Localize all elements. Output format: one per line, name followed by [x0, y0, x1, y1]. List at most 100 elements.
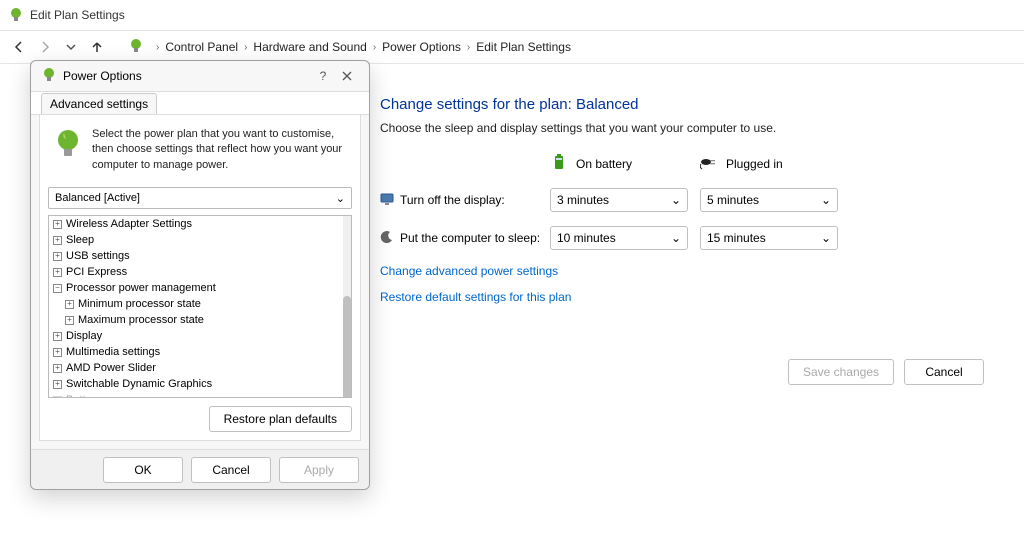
breadcrumb[interactable]: › Control Panel › Hardware and Sound › P… [128, 38, 1018, 56]
column-headers: On battery Plugged in [380, 153, 984, 174]
select-value: 15 minutes [707, 231, 766, 245]
apply-button[interactable]: Apply [279, 457, 359, 483]
change-advanced-link[interactable]: Change advanced power settings [380, 264, 984, 278]
restore-defaults-link[interactable]: Restore default settings for this plan [380, 290, 984, 304]
sleep-row: Put the computer to sleep: 10 minutes ⌄ … [380, 226, 984, 250]
row-label: Put the computer to sleep: [400, 231, 540, 245]
expand-icon[interactable]: + [53, 332, 62, 341]
page-footer-buttons: Save changes Cancel [788, 359, 984, 385]
row-label: Turn off the display: [400, 193, 505, 207]
expand-icon[interactable]: + [53, 396, 62, 397]
plugged-in-header: Plugged in [700, 153, 850, 174]
chevron-right-icon[interactable]: › [373, 42, 376, 53]
tree-item[interactable]: + AMD Power Slider [49, 360, 343, 376]
tree-item-label: PCI Express [66, 266, 127, 278]
chevron-down-icon: ⌄ [671, 231, 681, 245]
power-bulb-large-icon [52, 127, 84, 173]
help-button[interactable]: ? [311, 64, 335, 88]
settings-tree[interactable]: + Wireless Adapter Settings + Sleep + USB set… [48, 215, 352, 398]
display-off-plugged-select[interactable]: 5 minutes ⌄ [700, 188, 838, 212]
description-text: Select the power plan that you want to c… [92, 127, 348, 173]
tab-advanced-settings[interactable]: Advanced settings [41, 93, 157, 114]
tree-item[interactable]: −Processor power management [49, 280, 343, 296]
power-bulb-icon [8, 7, 24, 23]
restore-plan-defaults-button[interactable]: Restore plan defaults [209, 406, 352, 432]
expand-icon[interactable]: + [65, 300, 74, 309]
tree-item[interactable]: + Switchable Dynamic Graphics [49, 376, 343, 392]
tree-item-label: Display [66, 330, 102, 342]
power-options-dialog: Power Options ? Advanced settings Select… [30, 60, 370, 490]
tree-item[interactable]: + PCI Express [49, 264, 343, 280]
tree-item[interactable]: + USB settings [49, 248, 343, 264]
expand-icon[interactable]: + [53, 268, 62, 277]
battery-icon [550, 153, 568, 174]
tree-item-label: Processor power management [66, 282, 216, 294]
tree-item-label: Maximum processor state [78, 314, 204, 326]
column-label: On battery [576, 157, 632, 171]
breadcrumb-item[interactable]: Edit Plan Settings [476, 40, 571, 54]
select-value: 10 minutes [557, 231, 616, 245]
window-title: Edit Plan Settings [30, 8, 125, 22]
select-value: 3 minutes [557, 193, 609, 207]
breadcrumb-item[interactable]: Hardware and Sound [253, 40, 366, 54]
expand-icon[interactable]: + [53, 220, 62, 229]
recent-dropdown[interactable] [58, 34, 84, 60]
navigation-bar: › Control Panel › Hardware and Sound › P… [0, 30, 1024, 64]
dialog-titlebar[interactable]: Power Options ? [31, 61, 369, 91]
scrollbar-track[interactable] [343, 216, 351, 397]
chevron-right-icon[interactable]: › [244, 42, 247, 53]
chevron-right-icon[interactable]: › [467, 42, 470, 53]
breadcrumb-item[interactable]: Control Panel [165, 40, 238, 54]
forward-button[interactable] [32, 34, 58, 60]
tree-item-label: Multimedia settings [66, 346, 160, 358]
cancel-button[interactable]: Cancel [904, 359, 984, 385]
select-value: Balanced [Active] [55, 192, 140, 204]
tree-item-label: Switchable Dynamic Graphics [66, 378, 212, 390]
tree-item-label: Battery [66, 394, 101, 397]
breadcrumb-item[interactable]: Power Options [382, 40, 461, 54]
tree-item[interactable]: + Maximum processor state [49, 312, 343, 328]
sleep-plugged-select[interactable]: 15 minutes ⌄ [700, 226, 838, 250]
expand-icon[interactable]: + [53, 252, 62, 261]
expand-icon[interactable]: + [53, 364, 62, 373]
expand-icon[interactable]: + [53, 348, 62, 357]
on-battery-header: On battery [550, 153, 700, 174]
moon-icon [380, 230, 394, 247]
tree-item[interactable]: + Sleep [49, 232, 343, 248]
chevron-down-icon: ⌄ [336, 192, 345, 205]
expand-icon[interactable]: + [53, 380, 62, 389]
ok-button[interactable]: OK [103, 457, 183, 483]
sleep-battery-select[interactable]: 10 minutes ⌄ [550, 226, 688, 250]
dialog-cancel-button[interactable]: Cancel [191, 457, 271, 483]
tree-item[interactable]: + Multimedia settings [49, 344, 343, 360]
column-label: Plugged in [726, 157, 783, 171]
collapse-icon[interactable]: − [53, 284, 62, 293]
save-changes-button[interactable]: Save changes [788, 359, 894, 385]
expand-icon[interactable]: + [65, 316, 74, 325]
heading-prefix: Change settings for the plan: [380, 96, 576, 113]
close-button[interactable] [335, 64, 359, 88]
tree-item-label: Wireless Adapter Settings [66, 218, 192, 230]
tree-item[interactable]: + Display [49, 328, 343, 344]
tree-item-label: Sleep [66, 234, 94, 246]
tree-item-label: AMD Power Slider [66, 362, 156, 374]
expand-icon[interactable]: + [53, 236, 62, 245]
page-heading: Change settings for the plan: Balanced [380, 96, 984, 113]
plan-select[interactable]: Balanced [Active] ⌄ [48, 187, 352, 209]
up-button[interactable] [84, 34, 110, 60]
chevron-right-icon[interactable]: › [156, 42, 159, 53]
tree-item[interactable]: + Wireless Adapter Settings [49, 216, 343, 232]
plug-icon [700, 153, 718, 174]
power-bulb-icon [41, 67, 57, 86]
scrollbar-thumb[interactable] [343, 296, 351, 398]
dialog-title: Power Options [63, 69, 311, 83]
dialog-description: Select the power plan that you want to c… [48, 123, 352, 177]
heading-plan-name: Balanced [576, 96, 639, 113]
tree-item[interactable]: + Minimum processor state [49, 296, 343, 312]
display-off-battery-select[interactable]: 3 minutes ⌄ [550, 188, 688, 212]
tree-item-label: Minimum processor state [78, 298, 201, 310]
tree-item[interactable]: + Battery [49, 392, 343, 397]
tree-item-label: USB settings [66, 250, 130, 262]
back-button[interactable] [6, 34, 32, 60]
window-titlebar: Edit Plan Settings [0, 0, 1024, 30]
